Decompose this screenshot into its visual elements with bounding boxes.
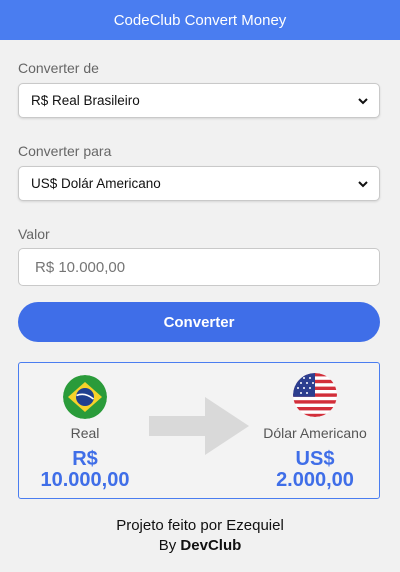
to-value-symbol: US$ bbox=[295, 448, 335, 470]
chevron-down-icon bbox=[357, 178, 369, 190]
footer-brand: DevClub bbox=[180, 537, 242, 554]
from-currency-select[interactable]: R$ Real Brasileiro bbox=[18, 83, 380, 118]
from-value-symbol: R$ bbox=[72, 448, 98, 470]
brazil-flag-icon bbox=[63, 375, 107, 419]
value-input[interactable] bbox=[18, 248, 380, 286]
usa-flag-icon bbox=[293, 373, 337, 417]
convert-button[interactable]: Converter bbox=[18, 302, 380, 342]
arrow-right-icon bbox=[149, 397, 249, 460]
chevron-down-icon bbox=[357, 95, 369, 107]
footer-by-prefix: By bbox=[158, 537, 181, 554]
app-header: CodeClub Convert Money bbox=[0, 0, 400, 40]
from-currency-selected: R$ Real Brasileiro bbox=[31, 93, 140, 108]
from-value-amount: 10.000,00 bbox=[40, 469, 130, 491]
footer-credit: Projeto feito por Ezequiel bbox=[116, 517, 284, 534]
from-currency-name: Real bbox=[70, 425, 100, 441]
from-currency-label: Converter de bbox=[18, 60, 99, 76]
from-currency-value: R$ 10.000,00 bbox=[24, 449, 146, 491]
to-currency-selected: US$ Dolár Americano bbox=[31, 176, 161, 191]
to-currency-label: Converter para bbox=[18, 143, 112, 159]
to-currency-name: Dólar Americano bbox=[263, 425, 367, 441]
to-currency-value: US$ 2.000,00 bbox=[255, 449, 375, 491]
conversion-result-panel: Real R$ 10.000,00 Dólar Americano US$ 2.… bbox=[18, 362, 380, 499]
value-label: Valor bbox=[18, 226, 50, 242]
to-value-amount: 2.000,00 bbox=[276, 469, 354, 491]
app-title: CodeClub Convert Money bbox=[113, 11, 287, 29]
footer-byline: By DevClub bbox=[0, 537, 400, 554]
to-currency-select[interactable]: US$ Dolár Americano bbox=[18, 166, 380, 201]
